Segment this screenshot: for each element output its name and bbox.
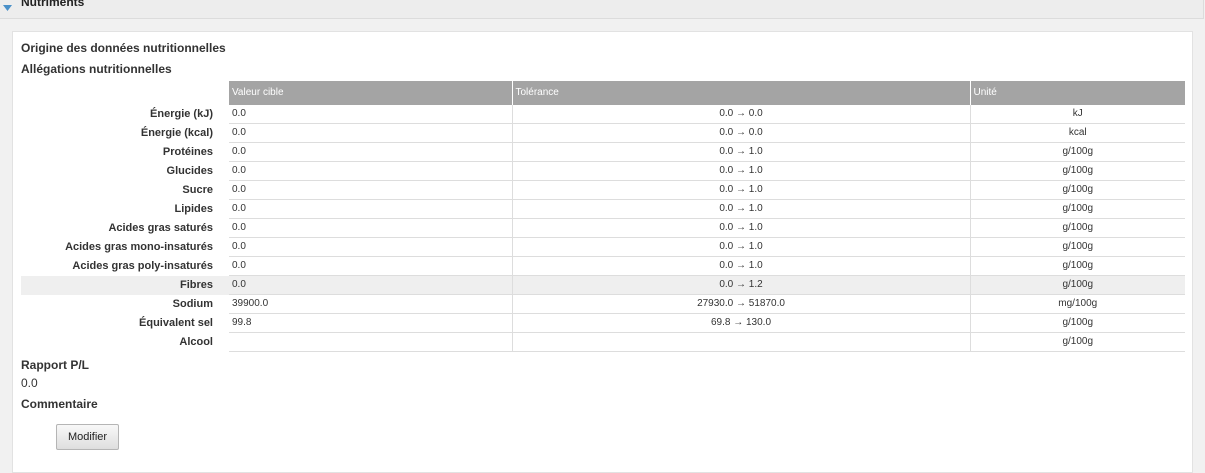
ratio-label: Rapport P/L: [21, 358, 89, 372]
modify-button[interactable]: Modifier: [56, 424, 119, 450]
target-value: 0.0: [229, 237, 513, 257]
table-row: Équivalent sel 99.8 69.8 → 130.0 g/100g: [21, 313, 1185, 333]
unit-value: g/100g: [970, 332, 1185, 352]
nutrition-table: Valeur cible Tolérance Unité Énergie (kJ…: [21, 81, 1186, 352]
row-label: Lipides: [174, 203, 213, 215]
target-value: 0.0: [229, 123, 513, 143]
row-label: Alcool: [179, 336, 213, 348]
unit-value: kJ: [970, 105, 1185, 124]
target-value: 0.0: [229, 180, 513, 200]
unit-value: g/100g: [970, 237, 1185, 257]
row-label: Énergie (kcal): [140, 127, 213, 139]
target-value: 0.0: [229, 275, 513, 295]
tolerance-range: 0.0 → 0.0: [512, 105, 971, 124]
tolerance-range: 0.0 → 1.0: [512, 180, 971, 200]
table-row: Énergie (kJ) 0.0 0.0 → 0.0 kJ: [21, 105, 1185, 124]
target-value: 0.0: [229, 199, 513, 219]
unit-value: kcal: [970, 123, 1185, 143]
claims-heading: Allégations nutritionnelles: [21, 62, 172, 76]
unit-value: g/100g: [970, 313, 1185, 333]
table-row: Sucre 0.0 0.0 → 1.0 g/100g: [21, 180, 1185, 200]
table-row: Lipides 0.0 0.0 → 1.0 g/100g: [21, 199, 1185, 219]
header-tolerance[interactable]: Tolérance: [512, 81, 971, 105]
tolerance-range: 0.0 → 1.0: [512, 199, 971, 219]
table-row: Alcool g/100g: [21, 332, 1185, 352]
target-value: 0.0: [229, 256, 513, 276]
target-value: 39900.0: [229, 294, 513, 314]
target-value: 0.0: [229, 105, 513, 124]
target-value: [229, 332, 513, 352]
unit-value: g/100g: [970, 218, 1185, 238]
origin-heading: Origine des données nutritionnelles: [21, 41, 226, 55]
tolerance-range: 0.0 → 1.0: [512, 218, 971, 238]
header-spacer: [21, 81, 229, 105]
row-label: Protéines: [162, 146, 213, 158]
unit-value: g/100g: [970, 199, 1185, 219]
table-row: Fibres 0.0 0.0 → 1.2 g/100g: [21, 275, 1185, 295]
unit-value: mg/100g: [970, 294, 1185, 314]
table-row: Protéines 0.0 0.0 → 1.0 g/100g: [21, 142, 1185, 162]
row-label: Sodium: [172, 298, 213, 310]
tolerance-range: 0.0 → 1.0: [512, 142, 971, 162]
unit-value: g/100g: [970, 142, 1185, 162]
tolerance-range: 0.0 → 0.0: [512, 123, 971, 143]
tolerance-range: 27930.0 → 51870.0: [512, 294, 971, 314]
table-row: Acides gras saturés 0.0 0.0 → 1.0 g/100g: [21, 218, 1185, 238]
panel-header[interactable]: Nutriments: [0, 0, 1204, 19]
row-label: Équivalent sel: [139, 317, 213, 329]
row-label: Acides gras poly-insaturés: [72, 260, 213, 272]
table-row: Énergie (kcal) 0.0 0.0 → 0.0 kcal: [21, 123, 1185, 143]
row-label: Sucre: [182, 184, 213, 196]
row-label: Acides gras saturés: [108, 222, 213, 234]
row-label: Énergie (kJ): [150, 108, 213, 121]
panel-title: Nutriments: [21, 0, 85, 9]
unit-value: g/100g: [970, 161, 1185, 181]
unit-value: g/100g: [970, 256, 1185, 276]
tolerance-range: 0.0 → 1.0: [512, 237, 971, 257]
header-target[interactable]: Valeur cible: [229, 81, 513, 105]
table-row: Acides gras poly-insaturés 0.0 0.0 → 1.0 g/…: [21, 256, 1185, 276]
tolerance-range: 0.0 → 1.0: [512, 161, 971, 181]
target-value: 0.0: [229, 142, 513, 162]
table-header-row: Valeur cible Tolérance Unité: [21, 81, 1186, 105]
header-unit[interactable]: Unité: [970, 81, 1186, 105]
target-value: 99.8: [229, 313, 513, 333]
row-label: Fibres: [21, 275, 229, 295]
table-row: Acides gras mono-insaturés 0.0 0.0 → 1.0 g/…: [21, 237, 1185, 257]
tolerance-range: [512, 332, 971, 352]
table-row: Glucides 0.0 0.0 → 1.0 g/100g: [21, 161, 1185, 181]
unit-value: g/100g: [970, 275, 1185, 295]
tolerance-range: 0.0 → 1.0: [512, 256, 971, 276]
tolerance-range: 0.0 → 1.2: [512, 275, 971, 295]
ratio-value: 0.0: [21, 376, 38, 390]
tolerance-range: 69.8 → 130.0: [512, 313, 971, 333]
target-value: 0.0: [229, 218, 513, 238]
comment-label: Commentaire: [21, 397, 98, 411]
row-label: Glucides: [166, 165, 213, 177]
table-row: Sodium 39900.0 27930.0 → 51870.0 mg/100g: [21, 294, 1185, 314]
unit-value: g/100g: [970, 180, 1185, 200]
row-label: Acides gras mono-insaturés: [65, 241, 213, 253]
chevron-down-icon[interactable]: [3, 0, 12, 11]
target-value: 0.0: [229, 161, 513, 181]
